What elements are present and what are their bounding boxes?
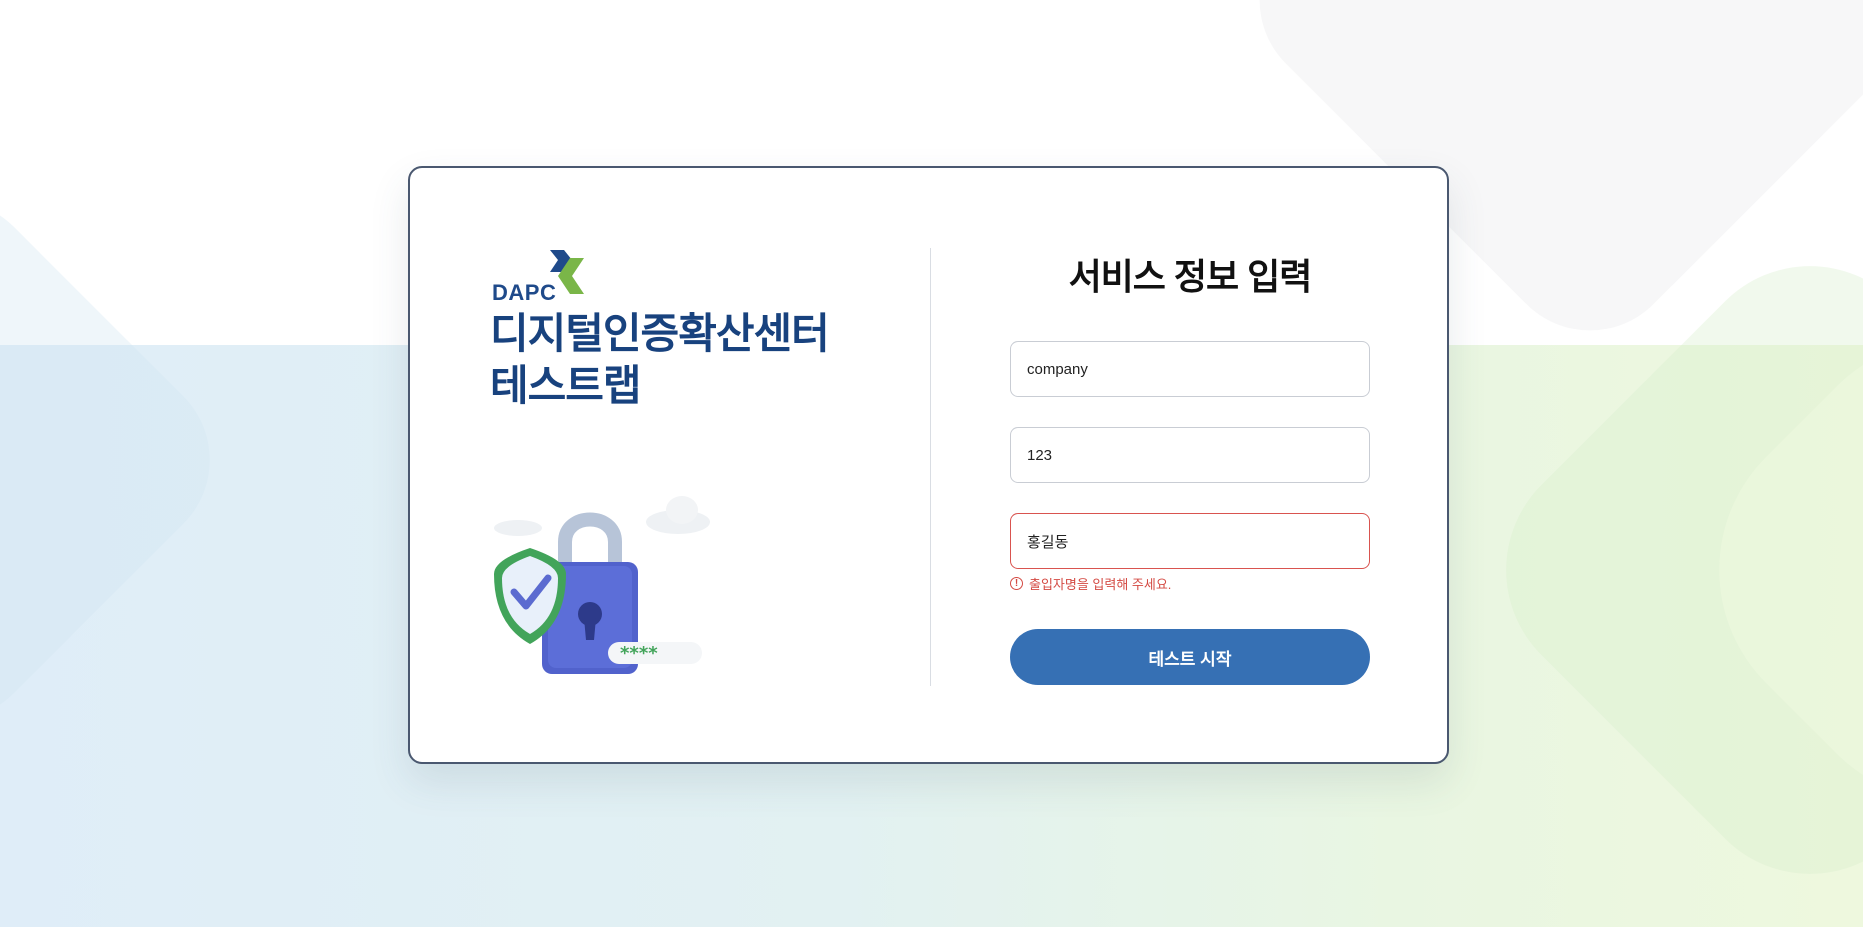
company-field[interactable]	[1010, 341, 1370, 397]
error-text: 출입자명을 입력해 주세요.	[1029, 577, 1172, 592]
logo-text: DAPC	[492, 280, 557, 305]
error-message: ! 출입자명을 입력해 주세요.	[1010, 574, 1171, 593]
brand-title-line2: 테스트랩	[490, 362, 642, 409]
start-test-button[interactable]: 테스트 시작	[1010, 629, 1370, 685]
code-field[interactable]	[1010, 427, 1370, 483]
form-title: 서비스 정보 입력	[1068, 256, 1313, 297]
divider	[930, 248, 931, 686]
svg-text:****: ****	[620, 643, 658, 664]
brand-title: 디지털인증확산센터 테스트랩	[490, 308, 830, 412]
login-card: DAPC 디지털인증확산센터 테스트랩 **** 서비스 정보 입력 ! 출입자…	[408, 166, 1449, 764]
exclamation-circle-icon: !	[1010, 577, 1023, 590]
brand-title-line1: 디지털인증확산센터	[490, 310, 830, 357]
padlock-shield-illustration-icon: ****	[494, 496, 710, 674]
visitor-name-field[interactable]	[1010, 513, 1370, 569]
